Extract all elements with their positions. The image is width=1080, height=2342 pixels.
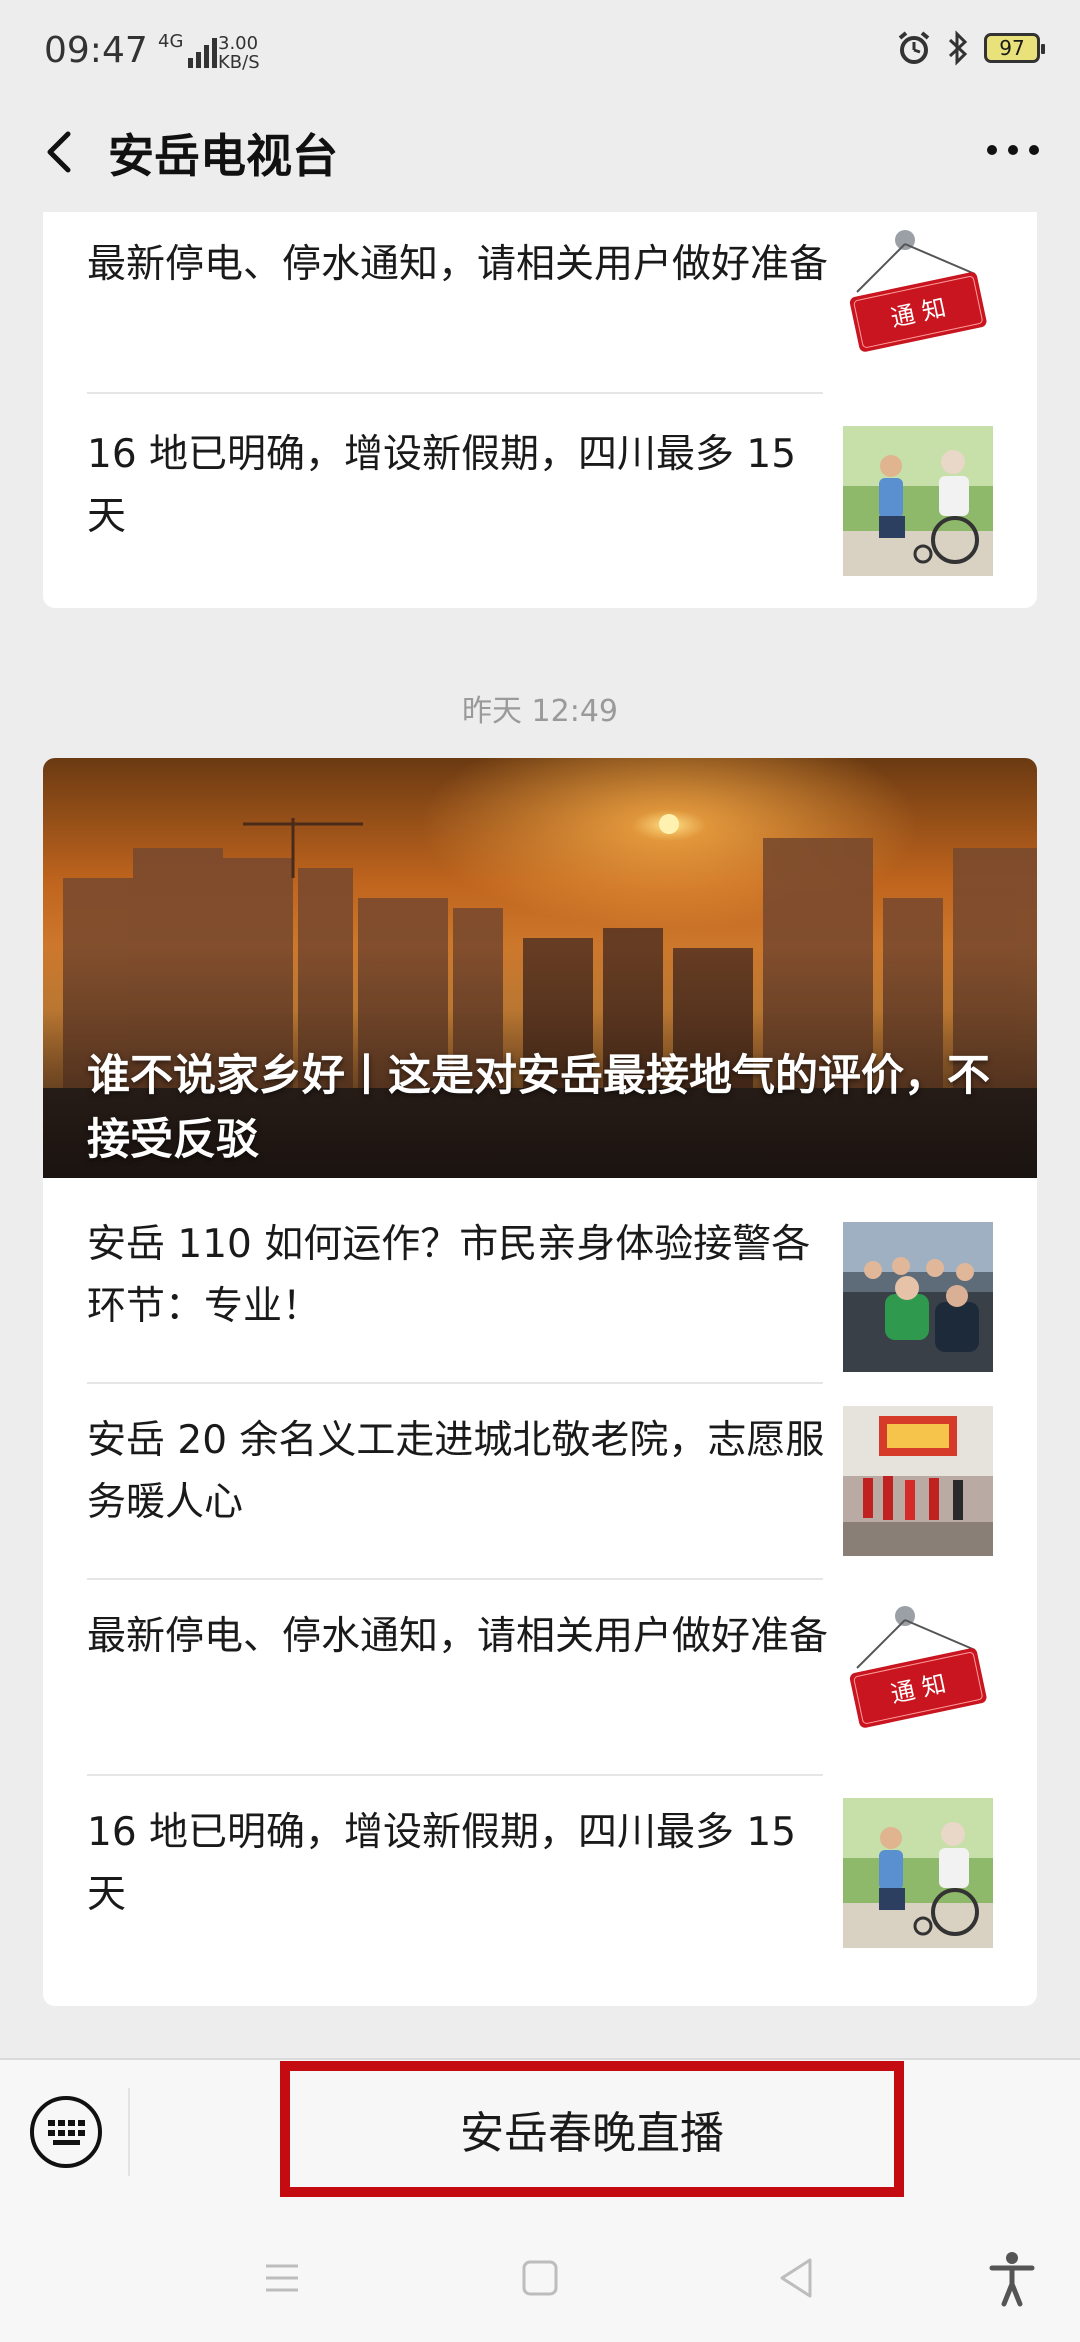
home-nav-icon[interactable] (510, 2248, 570, 2308)
article-card: 最新停电、停水通知，请相关用户做好准备 16 地已明确，增设新假期，四川最多 1… (43, 212, 1037, 608)
divider (128, 2088, 130, 2176)
battery-icon: 97 (984, 33, 1045, 63)
article-item[interactable]: 安岳 110 如何运作？市民亲身体验接警各环节：专业！ (43, 1188, 1037, 1384)
article-title: 安岳 20 余名义工走进城北敬老院，志愿服务暖人心 (87, 1418, 825, 1525)
status-time: 09:47 (44, 30, 148, 71)
police-office-thumbnail (843, 1222, 993, 1372)
article-item[interactable]: 最新停电、停水通知，请相关用户做好准备 (43, 212, 1037, 394)
back-icon[interactable] (32, 122, 92, 182)
status-bar: 09:47 4G 3.00 KB/S 97 (0, 0, 1080, 100)
notice-sign-thumbnail (843, 1602, 993, 1752)
article-title: 最新停电、停水通知，请相关用户做好准备 (87, 1614, 829, 1659)
menu-button-live[interactable]: 安岳春晚直播 (300, 2080, 884, 2178)
keyboard-toggle-icon[interactable] (28, 2094, 104, 2170)
hero-title: 谁不说家乡好丨这是对安岳最接地气的评价，不接受反驳 (87, 1051, 990, 1165)
message-timestamp: 昨天 12:49 (462, 694, 618, 729)
alarm-icon (898, 31, 930, 64)
wheelchair-thumbnail (843, 1798, 993, 1948)
article-item[interactable]: 16 地已明确，增设新假期，四川最多 15 天 (43, 1776, 1037, 1972)
page-title: 安岳电视台 (108, 129, 338, 183)
more-icon[interactable] (978, 122, 1048, 178)
notice-sign-thumbnail (843, 226, 993, 376)
article-card: 谁不说家乡好丨这是对安岳最接地气的评价，不接受反驳 安岳 110 如何运作？市民… (43, 758, 1037, 2006)
article-title: 16 地已明确，增设新假期，四川最多 15 天 (87, 1810, 797, 1917)
back-nav-icon[interactable] (766, 2248, 826, 2308)
header: 安岳电视台 (0, 100, 1080, 200)
volunteer-thumbnail (843, 1406, 993, 1556)
article-title: 最新停电、停水通知，请相关用户做好准备 (87, 242, 829, 287)
article-item[interactable]: 安岳 20 余名义工走进城北敬老院，志愿服务暖人心 (43, 1384, 1037, 1580)
accessibility-icon[interactable] (982, 2248, 1042, 2308)
bluetooth-icon (948, 30, 968, 66)
speed-value: 3.00 (218, 33, 259, 54)
article-title: 安岳 110 如何运作？市民亲身体验接警各环节：专业！ (87, 1222, 811, 1329)
network-speed: 3.00 KB/S (218, 34, 260, 72)
hero-article[interactable]: 谁不说家乡好丨这是对安岳最接地气的评价，不接受反驳 (43, 758, 1037, 1178)
menu-nav-icon[interactable] (252, 2248, 312, 2308)
wheelchair-thumbnail (843, 426, 993, 576)
network-type: 4G (158, 31, 184, 52)
article-item[interactable]: 16 地已明确，增设新假期，四川最多 15 天 (43, 394, 1037, 590)
article-item[interactable]: 最新停电、停水通知，请相关用户做好准备 (43, 1580, 1037, 1776)
battery-level: 97 (999, 36, 1025, 60)
article-title: 16 地已明确，增设新假期，四川最多 15 天 (87, 432, 797, 539)
speed-unit: KB/S (218, 52, 260, 73)
